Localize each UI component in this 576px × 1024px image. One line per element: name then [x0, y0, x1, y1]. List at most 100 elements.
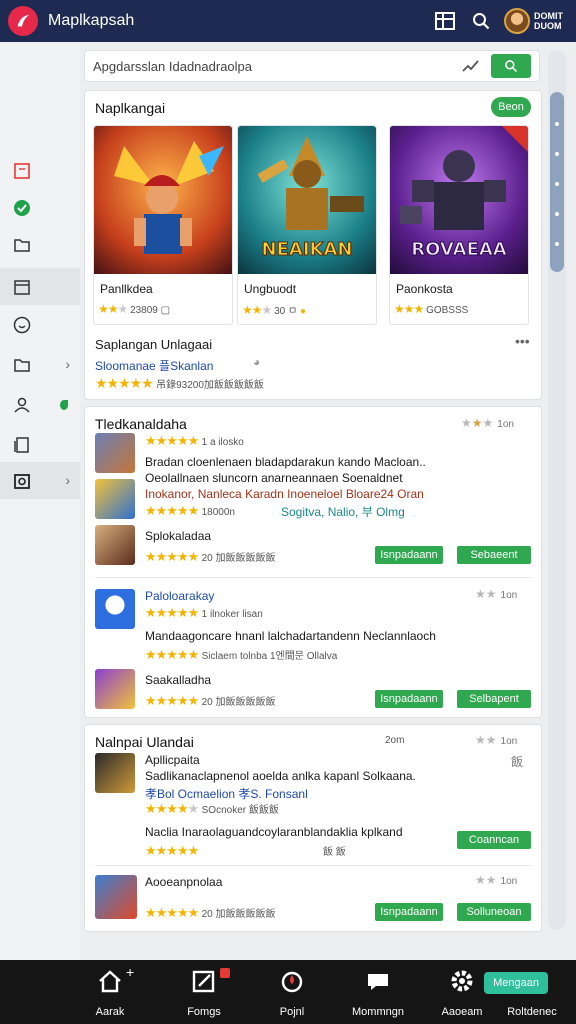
app-title: Maplkapsah — [48, 12, 135, 29]
item-name[interactable]: Apllicpaita — [145, 753, 200, 767]
document-icon — [14, 436, 29, 453]
nav-label: Pojnl — [279, 1006, 305, 1018]
section-title: Nalnpai Ulandai — [95, 734, 194, 750]
item-name[interactable]: Saakalladha — [145, 673, 211, 687]
chat-icon[interactable]: ◕ — [253, 355, 260, 369]
nav-messages[interactable]: Mommngn — [338, 966, 418, 1020]
select-button[interactable]: Solluneoan — [457, 903, 531, 921]
item-meta: 飯 飯 — [323, 847, 346, 858]
divider — [95, 577, 531, 578]
leaf-icon — [60, 400, 68, 410]
game-thumbnail[interactable] — [95, 875, 137, 919]
game-name: Ungbuodt — [244, 282, 297, 296]
install-button[interactable]: Isnpadaann — [375, 690, 443, 708]
item-rating: ★★★★★ 1 ilnoker lisan — [145, 605, 263, 620]
nav-label: Aarak — [95, 1006, 125, 1018]
featured-action-button[interactable]: Beon — [491, 97, 531, 117]
item-name[interactable]: Paloloarakay — [145, 589, 214, 603]
item-rating: ★★★★★ 1 a ilosko — [145, 433, 244, 448]
rail-dot — [555, 122, 559, 126]
book-icon — [14, 162, 30, 179]
item-description: Bradan cloenlenaen bladapdarakun kando M… — [145, 455, 426, 469]
chevron-right-icon[interactable]: › — [65, 356, 70, 372]
item-name[interactable]: Splokaladaa — [145, 529, 211, 543]
sidebar-item-files[interactable]: › — [0, 346, 80, 383]
game-thumbnail[interactable] — [95, 479, 135, 519]
game-list-section: Nalnpai Ulandai 2om ★★ 1on Apllicpaita 飯 … — [84, 724, 542, 932]
divider — [95, 865, 531, 866]
item-rating: ★★★★★ SOcnoker 飯飯飯 — [145, 801, 279, 816]
item-description: Naclia Inaraolaguandcoylaranblandaklia k… — [145, 825, 403, 839]
cta-button[interactable]: Mengaan — [484, 972, 548, 994]
sidebar-item-document[interactable] — [0, 426, 80, 463]
game-name: Paonkosta — [396, 282, 453, 296]
user-name: DOMIT DUOM — [534, 11, 563, 31]
section-meta: 2om — [385, 735, 405, 746]
game-art-title: ROVAEAA — [411, 239, 507, 261]
game-rating: ★★★ 30 ㅁ ● — [242, 303, 306, 317]
nav-games[interactable]: Fomgs — [164, 966, 244, 1020]
grid-icon[interactable] — [434, 10, 456, 32]
search-icon[interactable] — [470, 10, 492, 32]
game-card[interactable]: ROVAEAA Paonkosta ★★★ GOBSSS — [389, 125, 529, 325]
fire-icon — [281, 971, 303, 993]
featured-section: Naplkangai Beon Panllkdea ★★★ 23809 ▢ NE… — [84, 90, 542, 400]
game-rating: ★★★ GOBSSS — [394, 302, 469, 316]
item-rating-right: ★★ 1on — [475, 587, 518, 601]
game-card[interactable]: Panllkdea ★★★ 23809 ▢ — [93, 125, 233, 325]
camera-icon — [14, 473, 30, 489]
install-button[interactable]: Isnpadaann — [375, 903, 443, 921]
nav-label: Aaoeam — [441, 1006, 483, 1018]
nav-points[interactable]: Pojnl — [252, 966, 332, 1020]
trending-icon[interactable] — [461, 56, 481, 76]
item-description: Oeolallnaen sluncorn anarneannaen Soenal… — [145, 471, 403, 485]
nav-label: Roltdenec — [507, 1006, 557, 1018]
more-icon[interactable]: ••• — [515, 333, 530, 349]
item-rating: ★★★★★ — [145, 843, 199, 858]
sidebar: › › — [0, 42, 80, 960]
game-rating: ★★★ 23809 ▢ — [98, 302, 171, 316]
cancel-button[interactable]: Coanncan — [457, 831, 531, 849]
game-thumbnail[interactable] — [95, 433, 135, 473]
game-thumbnail[interactable] — [95, 589, 135, 629]
game-thumbnail[interactable] — [95, 753, 135, 793]
game-thumbnail[interactable] — [95, 669, 135, 709]
top-app-bar: Maplkapsah DOMIT DUOM — [0, 0, 576, 42]
item-rating: ★★★★★ 20 加飯飯飯飯飯 — [145, 905, 276, 920]
sidebar-item-user[interactable] — [0, 386, 80, 423]
select-button[interactable]: Sebaeent — [457, 546, 531, 564]
sidebar-item-check[interactable] — [0, 189, 80, 226]
check-circle-icon — [14, 199, 30, 216]
install-button[interactable]: Isnpadaann — [375, 546, 443, 564]
scrollbar-thumb[interactable] — [550, 92, 564, 272]
section-title: Tledkanaldaha — [95, 416, 187, 432]
item-rating-right: ★★ 1on — [475, 873, 518, 887]
rail-dot — [555, 182, 559, 186]
scrollbar[interactable] — [548, 50, 566, 930]
sidebar-item-clock[interactable] — [0, 306, 80, 343]
rail-dot — [555, 242, 559, 246]
nav-home[interactable]: + Aarak — [70, 964, 150, 1020]
item-description: Mandaagoncare hnanl lalchadartandenn Nec… — [145, 629, 436, 643]
sidebar-item-calendar[interactable] — [0, 268, 80, 305]
chevron-right-icon[interactable]: › — [65, 472, 70, 488]
sidebar-item-book[interactable] — [0, 152, 80, 189]
section-rating: ★★ 1on — [475, 733, 518, 747]
item-name[interactable]: Aooeanpnolaa — [145, 875, 222, 889]
game-card[interactable]: NEAIKAN Ungbuodt ★★★ 30 ㅁ ● — [237, 125, 377, 325]
search-bar — [84, 50, 540, 82]
chat-icon — [368, 974, 388, 990]
avatar[interactable] — [504, 8, 530, 34]
sidebar-item-camera[interactable]: › — [0, 462, 80, 499]
sidebar-item-folder[interactable] — [0, 226, 80, 263]
game-thumbnail[interactable] — [95, 525, 135, 565]
subsection-title: Saplangan Unlagaai — [95, 337, 213, 352]
knight-purple-art: ROVAEAA — [390, 126, 528, 274]
app-logo[interactable] — [8, 6, 38, 36]
edit-icon — [192, 970, 215, 993]
rail-dot — [555, 152, 559, 156]
search-button[interactable] — [491, 54, 531, 78]
search-input[interactable] — [93, 58, 461, 74]
folder-icon — [14, 238, 30, 252]
select-button[interactable]: Selbapent — [457, 690, 531, 708]
